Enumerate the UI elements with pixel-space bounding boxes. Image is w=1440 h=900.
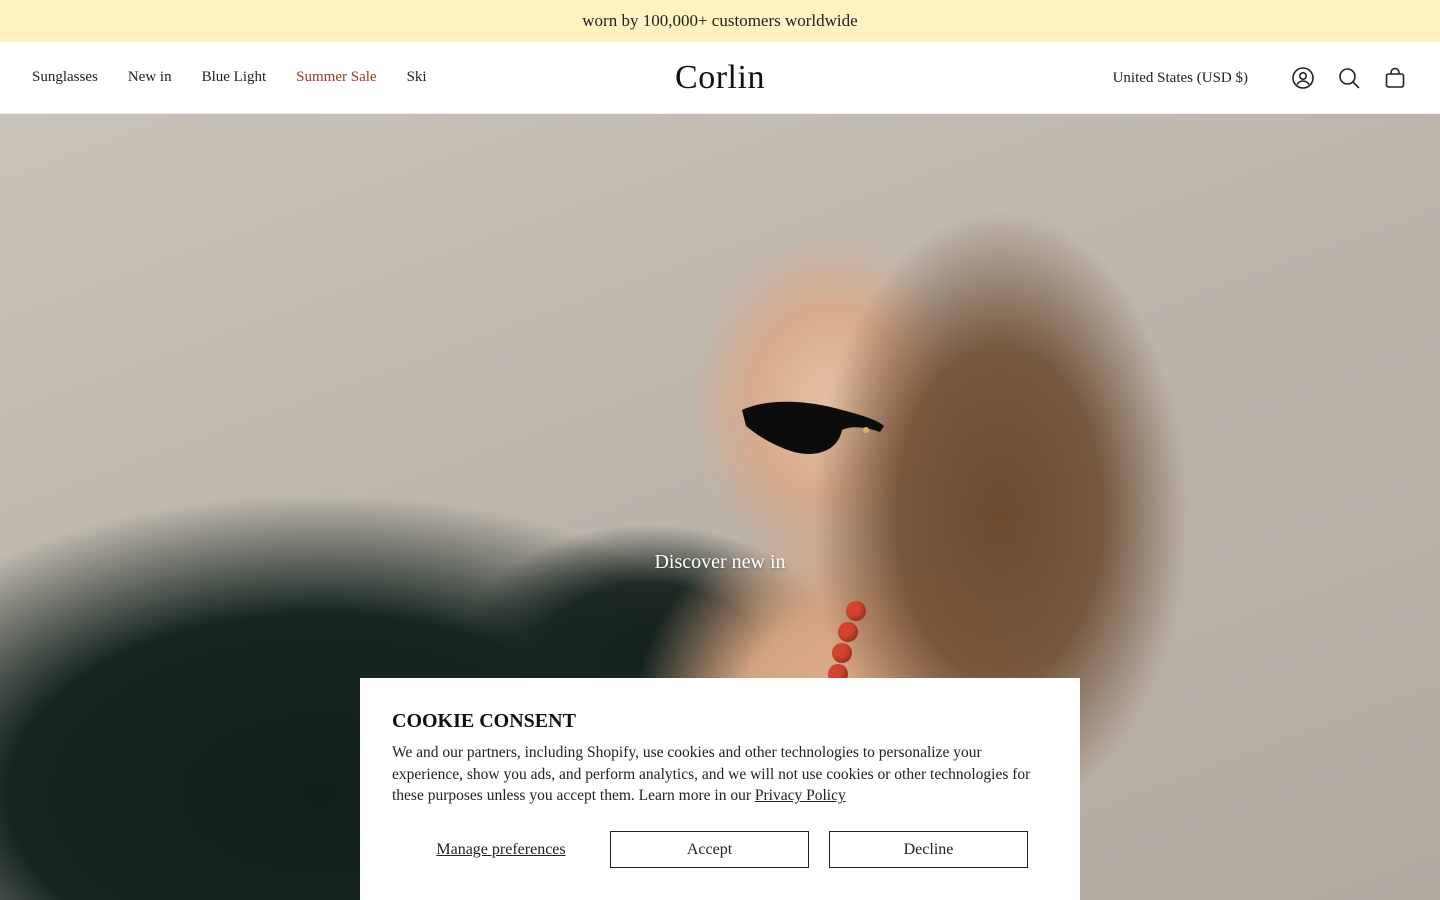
- decline-button[interactable]: Decline: [829, 831, 1028, 868]
- cookie-title: COOKIE CONSENT: [392, 710, 576, 732]
- search-icon[interactable]: [1336, 65, 1362, 91]
- cookie-actions: Manage preferences Accept Decline: [392, 831, 1048, 868]
- accept-button[interactable]: Accept: [610, 831, 809, 868]
- cookie-consent-dialog: COOKIE CONSENT We and our partners, incl…: [360, 678, 1080, 900]
- nav-new-in[interactable]: New in: [128, 69, 172, 86]
- header-actions: United States (USD $): [1113, 42, 1408, 114]
- brand-logo[interactable]: Corlin: [675, 59, 765, 97]
- site-header: Sunglasses New in Blue Light Summer Sale…: [0, 42, 1440, 114]
- privacy-policy-link[interactable]: Privacy Policy: [755, 787, 846, 804]
- nav-summer-sale[interactable]: Summer Sale: [296, 69, 376, 86]
- hero-cta-text[interactable]: Discover new in: [0, 551, 1440, 574]
- nav-ski[interactable]: Ski: [407, 69, 427, 86]
- announcement-bar: worn by 100,000+ customers worldwide: [0, 0, 1440, 42]
- nav-blue-light[interactable]: Blue Light: [202, 69, 267, 86]
- nav-sunglasses[interactable]: Sunglasses: [32, 69, 98, 86]
- manage-preferences-link[interactable]: Manage preferences: [392, 841, 610, 859]
- account-icon[interactable]: [1290, 65, 1316, 91]
- main-nav: Sunglasses New in Blue Light Summer Sale…: [0, 69, 457, 86]
- currency-selector[interactable]: United States (USD $): [1113, 70, 1248, 87]
- announcement-text: worn by 100,000+ customers worldwide: [582, 11, 858, 30]
- cookie-body-text: We and our partners, including Shopify, …: [392, 744, 1031, 804]
- cookie-body: We and our partners, including Shopify, …: [392, 742, 1048, 807]
- cart-icon[interactable]: [1382, 65, 1408, 91]
- sunglasses-image: [742, 401, 884, 454]
